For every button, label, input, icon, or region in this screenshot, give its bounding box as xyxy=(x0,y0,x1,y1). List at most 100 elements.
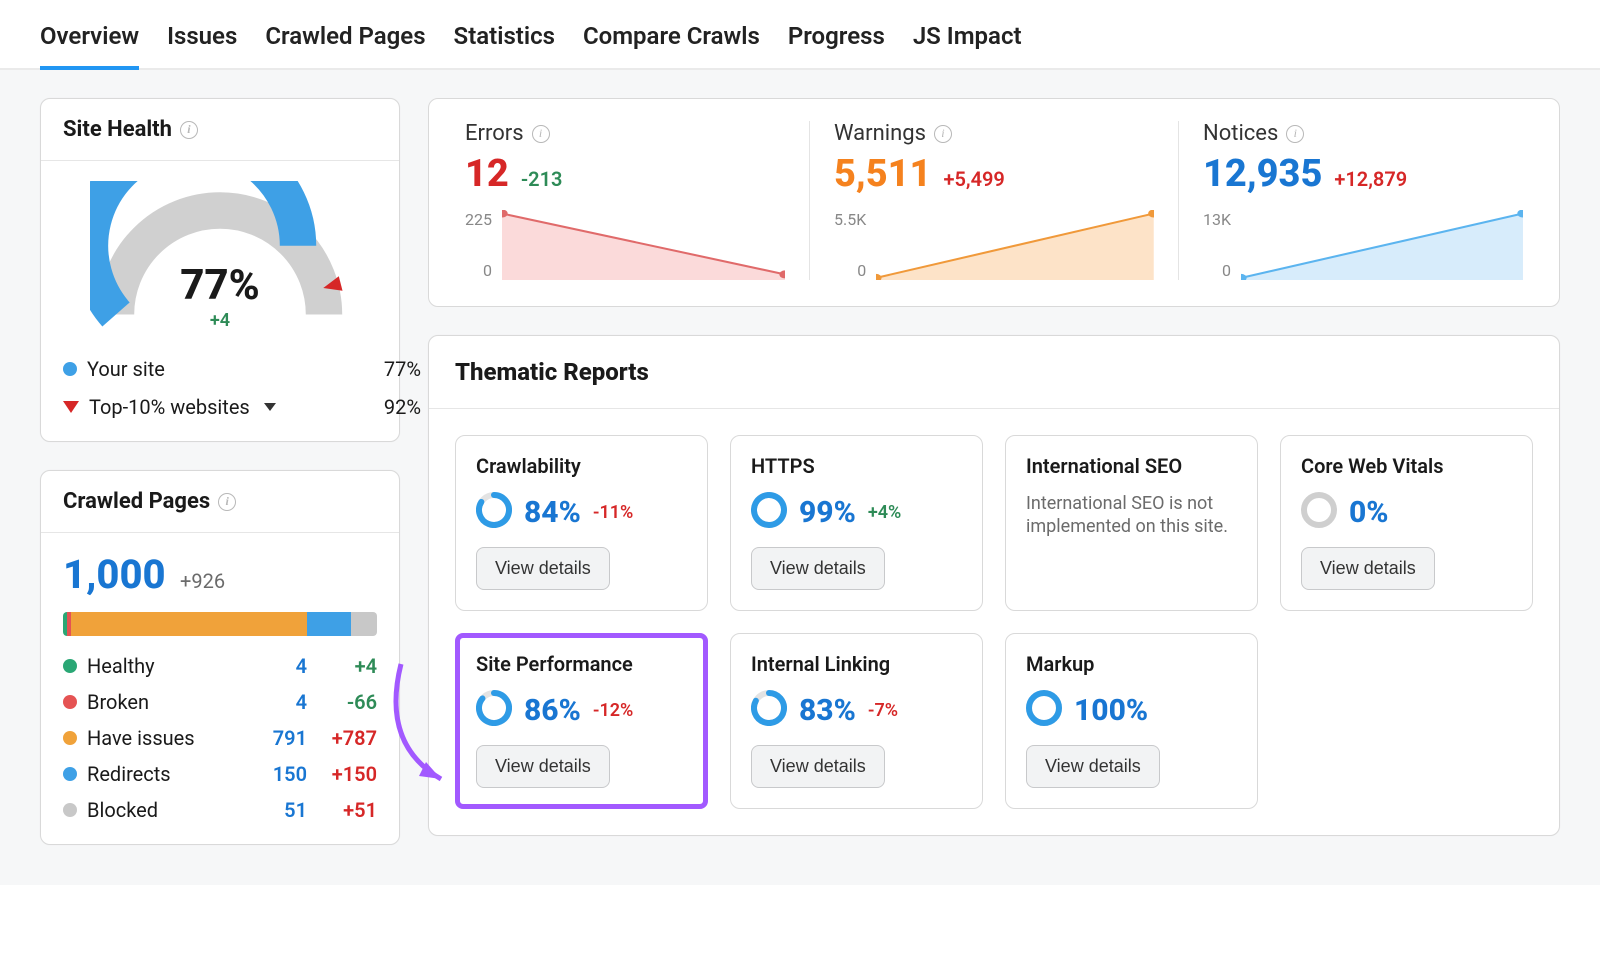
crawled-row-count: 4 xyxy=(247,690,307,714)
dot-icon xyxy=(63,767,77,781)
report-percent: 0% xyxy=(1349,495,1389,530)
info-icon[interactable]: i xyxy=(934,125,952,143)
report-percent: 100% xyxy=(1074,693,1148,728)
donut-icon xyxy=(476,492,512,533)
donut-icon xyxy=(1026,690,1062,731)
report-delta: -11% xyxy=(593,502,633,523)
view-details-button[interactable]: View details xyxy=(476,547,610,590)
dot-icon xyxy=(63,731,77,745)
dot-icon xyxy=(63,362,77,376)
metric-warnings[interactable]: Warnings i 5,511 +5,499 5.5K0 xyxy=(810,121,1179,280)
crawled-delta: +926 xyxy=(180,569,225,593)
info-icon[interactable]: i xyxy=(532,125,550,143)
spark-ymax: 13K xyxy=(1203,210,1231,229)
crawled-segments-bar xyxy=(63,612,377,636)
site-health-header: Site Health i xyxy=(41,99,399,161)
tab-overview[interactable]: Overview xyxy=(40,22,139,70)
crawled-row-count: 51 xyxy=(247,798,307,822)
crawled-row-delta: -66 xyxy=(307,690,377,714)
crawled-row[interactable]: Redirects 150 +150 xyxy=(63,762,377,786)
metric-delta: +5,499 xyxy=(943,167,1004,191)
view-details-button[interactable]: View details xyxy=(751,547,885,590)
metrics-card: Errors i 12 -213 2250 Warnings i 5,511 +… xyxy=(428,98,1560,307)
sparkline xyxy=(502,210,785,280)
report-card-international-seo: International SEOInternational SEO is no… xyxy=(1005,435,1258,611)
metric-delta: +12,879 xyxy=(1334,167,1407,191)
site-health-value: 77% xyxy=(90,261,350,310)
donut-icon xyxy=(751,690,787,731)
crawled-row-delta: +787 xyxy=(307,726,377,750)
crawled-pages-header: Crawled Pages i xyxy=(41,471,399,533)
site-health-delta: +4 xyxy=(90,310,350,331)
chevron-down-icon xyxy=(264,403,276,411)
tab-progress[interactable]: Progress xyxy=(788,22,885,70)
metric-errors[interactable]: Errors i 12 -213 2250 xyxy=(441,121,810,280)
spark-ymin: 0 xyxy=(465,261,492,280)
info-icon[interactable]: i xyxy=(1286,125,1304,143)
crawled-row[interactable]: Blocked 51 +51 xyxy=(63,798,377,822)
metric-notices[interactable]: Notices i 12,935 +12,879 13K 0 xyxy=(1179,121,1547,280)
view-details-button[interactable]: View details xyxy=(751,745,885,788)
spark-ymax: 225 xyxy=(465,210,492,229)
report-card-core-web-vitals: Core Web Vitals 0% View details xyxy=(1280,435,1533,611)
segment-have_issues xyxy=(71,612,307,636)
report-title: HTTPS xyxy=(751,454,962,478)
crawled-row[interactable]: Broken 4 -66 xyxy=(63,690,377,714)
left-column: Site Health i 77% +4 xyxy=(40,98,400,845)
crawled-row-label: Redirects xyxy=(87,762,171,786)
dashboard-layout: Site Health i 77% +4 xyxy=(0,70,1600,885)
view-details-button[interactable]: View details xyxy=(1026,745,1160,788)
legend-top10[interactable]: Top-10% websites 92% xyxy=(63,395,421,419)
tab-issues[interactable]: Issues xyxy=(167,22,237,70)
crawled-row-delta: +150 xyxy=(307,762,377,786)
metric-delta: -213 xyxy=(521,167,563,191)
report-percent: 86% xyxy=(524,693,581,728)
report-percent: 99% xyxy=(799,495,856,530)
donut-icon xyxy=(1301,492,1337,533)
crawled-row-delta: +51 xyxy=(307,798,377,822)
segment-redirects xyxy=(307,612,351,636)
report-delta: -12% xyxy=(593,700,633,721)
legend-label: Top-10% websites xyxy=(89,395,250,419)
report-percent: 84% xyxy=(524,495,581,530)
site-health-legend: Your site 77% Top-10% websites 92% xyxy=(41,343,443,441)
view-details-button[interactable]: View details xyxy=(1301,547,1435,590)
report-card-crawlability: Crawlability 84% -11% View details xyxy=(455,435,708,611)
legend-value: 77% xyxy=(384,357,421,381)
dot-icon xyxy=(63,695,77,709)
tab-compare-crawls[interactable]: Compare Crawls xyxy=(583,22,760,70)
crawled-row[interactable]: Have issues 791 +787 xyxy=(63,726,377,750)
spark-ymax: 5.5K xyxy=(834,210,866,229)
tab-statistics[interactable]: Statistics xyxy=(454,22,555,70)
spark-ymin: 0 xyxy=(1203,261,1231,280)
dot-icon xyxy=(63,803,77,817)
site-health-gauge: 77% +4 xyxy=(41,161,399,343)
donut-icon xyxy=(476,690,512,731)
sparkline xyxy=(876,210,1154,280)
legend-label: Your site xyxy=(87,357,374,381)
tabs-bar: Overview Issues Crawled Pages Statistics Com… xyxy=(0,0,1600,70)
info-icon[interactable]: i xyxy=(218,493,236,511)
metric-label: Warnings xyxy=(834,121,926,146)
crawled-row-label: Broken xyxy=(87,690,149,714)
crawled-pages-title: Crawled Pages xyxy=(63,489,210,514)
legend-value: 92% xyxy=(384,395,421,419)
report-title: Markup xyxy=(1026,652,1237,676)
crawled-row-count: 150 xyxy=(247,762,307,786)
report-delta: +4% xyxy=(868,502,901,523)
spark-ymin: 0 xyxy=(834,261,866,280)
info-icon[interactable]: i xyxy=(180,121,198,139)
tab-crawled-pages[interactable]: Crawled Pages xyxy=(265,22,425,70)
report-card-https: HTTPS 99% +4% View details xyxy=(730,435,983,611)
metric-label: Notices xyxy=(1203,121,1278,146)
segment-blocked xyxy=(351,612,377,636)
crawled-pages-card: Crawled Pages i 1,000 +926 Healthy 4 +4 … xyxy=(40,470,400,845)
metric-value: 12,935 xyxy=(1203,152,1322,196)
crawled-row[interactable]: Healthy 4 +4 xyxy=(63,654,377,678)
report-title: International SEO xyxy=(1026,454,1237,478)
view-details-button[interactable]: View details xyxy=(476,745,610,788)
right-column: Errors i 12 -213 2250 Warnings i 5,511 +… xyxy=(428,98,1560,836)
thematic-reports-card: Thematic Reports Crawlability 84% -11% V… xyxy=(428,335,1560,836)
tab-js-impact[interactable]: JS Impact xyxy=(913,22,1022,70)
sparkline xyxy=(1241,210,1523,280)
